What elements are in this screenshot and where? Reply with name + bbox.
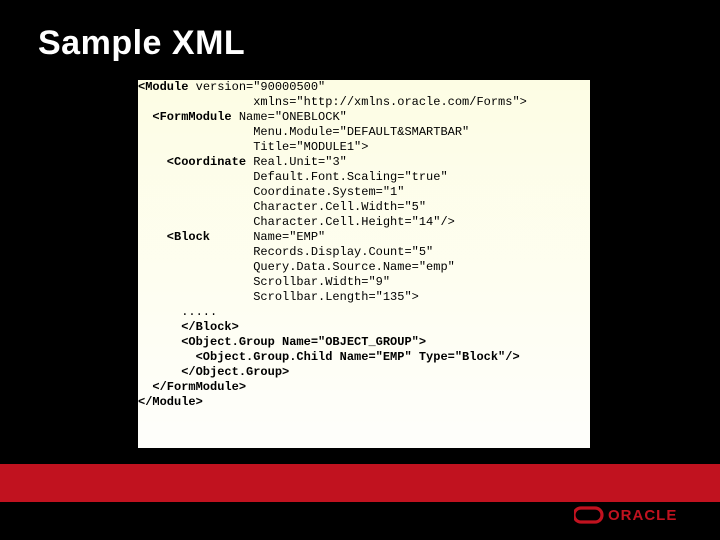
slide: Sample XML <Module version="90000500" xm… — [0, 0, 720, 540]
accent-bar — [0, 464, 720, 502]
attr-coordsystem: Coordinate.System="1" — [138, 185, 404, 199]
tag-formmodule-open: <FormModule — [138, 110, 232, 124]
attr-name-oneblock: Name="ONEBLOCK" — [232, 110, 347, 124]
tag-coordinate: <Coordinate — [138, 155, 246, 169]
attr-menumodule: Menu.Module="DEFAULT&SMARTBAR" — [138, 125, 469, 139]
tag-block: <Block — [138, 230, 210, 244]
attr-recordscount: Records.Display.Count="5" — [138, 245, 433, 259]
tag-formmodule-close: </FormModule> — [138, 380, 246, 394]
attr-querysource: Query.Data.Source.Name="emp" — [138, 260, 455, 274]
attr-fontscaling: Default.Font.Scaling="true" — [138, 170, 448, 184]
tag-objectgroupchild: <Object.Group.Child Name="EMP" Type="Blo… — [138, 350, 520, 364]
attr-xmlns: xmlns="http://xmlns.oracle.com/Forms"> — [138, 95, 527, 109]
attr-scrolllength: Scrollbar.Length="135"> — [138, 290, 419, 304]
attr-cellwidth: Character.Cell.Width="5" — [138, 200, 426, 214]
attr-realunit: Real.Unit="3" — [246, 155, 347, 169]
tag-objectgroup-open: <Object.Group Name="OBJECT_GROUP"> — [138, 335, 426, 349]
attr-cellheight: Character.Cell.Height="14"/> — [138, 215, 455, 229]
attr-title: Title="MODULE1"> — [138, 140, 368, 154]
slide-title: Sample XML — [0, 0, 720, 73]
attr-scrollwidth: Scrollbar.Width="9" — [138, 275, 390, 289]
tag-block-close: </Block> — [138, 320, 239, 334]
tag-module-close: </Module> — [138, 395, 203, 409]
oracle-logo-text: ORACLE — [608, 507, 677, 524]
oracle-logo: ORACLE — [574, 506, 686, 524]
xml-code-block: <Module version="90000500" xmlns="http:/… — [138, 80, 590, 448]
tag-objectgroup-close: </Object.Group> — [138, 365, 289, 379]
attr-name-emp: Name="EMP" — [210, 230, 325, 244]
tag-module-open: <Module — [138, 80, 188, 94]
ellipsis: ..... — [138, 305, 217, 319]
attr-version: version="90000500" — [188, 80, 325, 94]
